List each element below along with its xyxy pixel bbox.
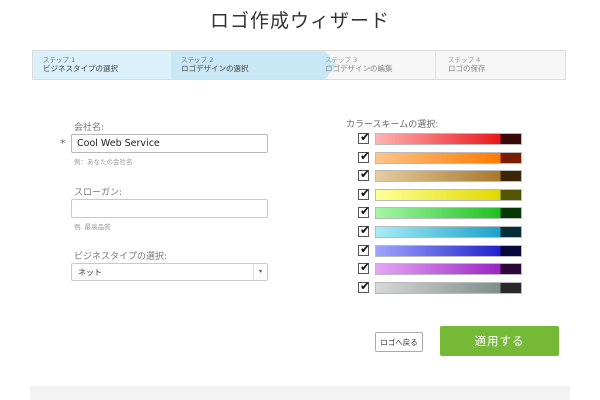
company-name-label: 会社名:	[74, 123, 105, 133]
page-title: ロゴ作成ウィザード	[209, 10, 390, 32]
checkbox-orange[interactable]: ✔	[358, 148, 371, 163]
slogan-label: スローガン:	[74, 188, 123, 198]
step-1-label: ビジネスタイプの選択	[43, 64, 118, 73]
color-bar-gray[interactable]	[375, 281, 522, 294]
color-scheme-row-cyan[interactable]: ✔	[358, 223, 522, 239]
color-scheme-row-gray[interactable]: ✔	[358, 278, 522, 295]
checkbox-blue[interactable]: ✔	[358, 241, 371, 256]
color-scheme-row-orange[interactable]: ✔	[358, 148, 522, 165]
color-bar-blue[interactable]	[375, 244, 522, 257]
footer-bar	[30, 386, 570, 400]
company-name-hint: 例：あなたの会社名	[74, 158, 133, 166]
color-bar-brown[interactable]	[375, 170, 522, 183]
step-4-number: ステップ 4	[448, 56, 481, 64]
step-3-label: ロゴデザインの編集	[325, 64, 393, 73]
slogan-input[interactable]	[71, 199, 268, 218]
color-scheme-row-yellow[interactable]: ✔	[358, 185, 522, 202]
check-icon: ✔	[360, 148, 371, 163]
company-name-input[interactable]	[71, 134, 268, 153]
color-bar-cyan[interactable]	[375, 226, 522, 238]
step-1-number: ステップ 1	[43, 56, 76, 64]
color-bar-orange[interactable]	[375, 151, 522, 164]
apply-button[interactable]: 適用する	[440, 326, 559, 356]
checkbox-red[interactable]: ✔	[358, 130, 371, 144]
check-icon: ✔	[360, 167, 371, 182]
checkbox-gray[interactable]: ✔	[358, 278, 371, 293]
color-scheme-row-purple[interactable]: ✔	[358, 260, 522, 276]
checkbox-green[interactable]: ✔	[358, 204, 371, 219]
checkbox-purple[interactable]: ✔	[358, 260, 371, 275]
color-bar-red[interactable]	[375, 133, 522, 145]
step-2-number: ステップ 2	[181, 56, 214, 64]
color-bar-yellow[interactable]	[375, 188, 522, 201]
color-bar-green[interactable]	[375, 207, 522, 220]
business-type-select[interactable]: ネット ▾	[71, 263, 268, 281]
check-icon: ✔	[360, 260, 371, 275]
step-2[interactable]: ステップ 2 ロゴデザインの選択	[171, 51, 325, 79]
step-4[interactable]: ステップ 4 ロゴの保存	[438, 51, 567, 79]
step-3[interactable]: ステップ 3 ロゴデザインの編集	[315, 51, 445, 79]
check-icon: ✔	[360, 130, 371, 144]
step-1[interactable]: ステップ 1 ビジネスタイプの選択	[33, 51, 171, 79]
checkbox-cyan[interactable]: ✔	[358, 223, 371, 237]
chevron-down-icon[interactable]: ▾	[253, 264, 267, 280]
back-to-logo-button[interactable]: ロゴへ戻る	[375, 332, 423, 352]
check-icon: ✔	[360, 241, 371, 256]
step-3-number: ステップ 3	[325, 56, 358, 64]
required-mark: *	[60, 137, 66, 150]
checkbox-yellow[interactable]: ✔	[358, 185, 371, 200]
slogan-hint: 例. 最高品質	[74, 223, 111, 231]
step-2-label: ロゴデザインの選択	[181, 64, 249, 73]
color-scheme-row-green[interactable]: ✔	[358, 204, 522, 220]
check-icon: ✔	[360, 223, 371, 237]
color-scheme-row-red[interactable]: ✔	[358, 130, 522, 146]
checkbox-brown[interactable]: ✔	[358, 167, 371, 182]
check-icon: ✔	[360, 185, 371, 200]
check-icon: ✔	[360, 278, 371, 293]
color-scheme-title: カラースキームの選択:	[346, 120, 439, 130]
wizard-steps: ステップ 1 ビジネスタイプの選択 ステップ 2 ロゴデザインの選択 ステップ …	[32, 50, 566, 80]
color-bar-purple[interactable]	[375, 263, 522, 276]
color-scheme-row-brown[interactable]: ✔	[358, 167, 522, 183]
step-divider	[435, 51, 436, 79]
color-scheme-row-blue[interactable]: ✔	[358, 241, 522, 258]
check-icon: ✔	[360, 204, 371, 219]
business-type-label: ビジネスタイプの選択:	[74, 252, 168, 262]
step-4-label: ロゴの保存	[448, 64, 486, 73]
business-type-value: ネット	[78, 268, 102, 277]
